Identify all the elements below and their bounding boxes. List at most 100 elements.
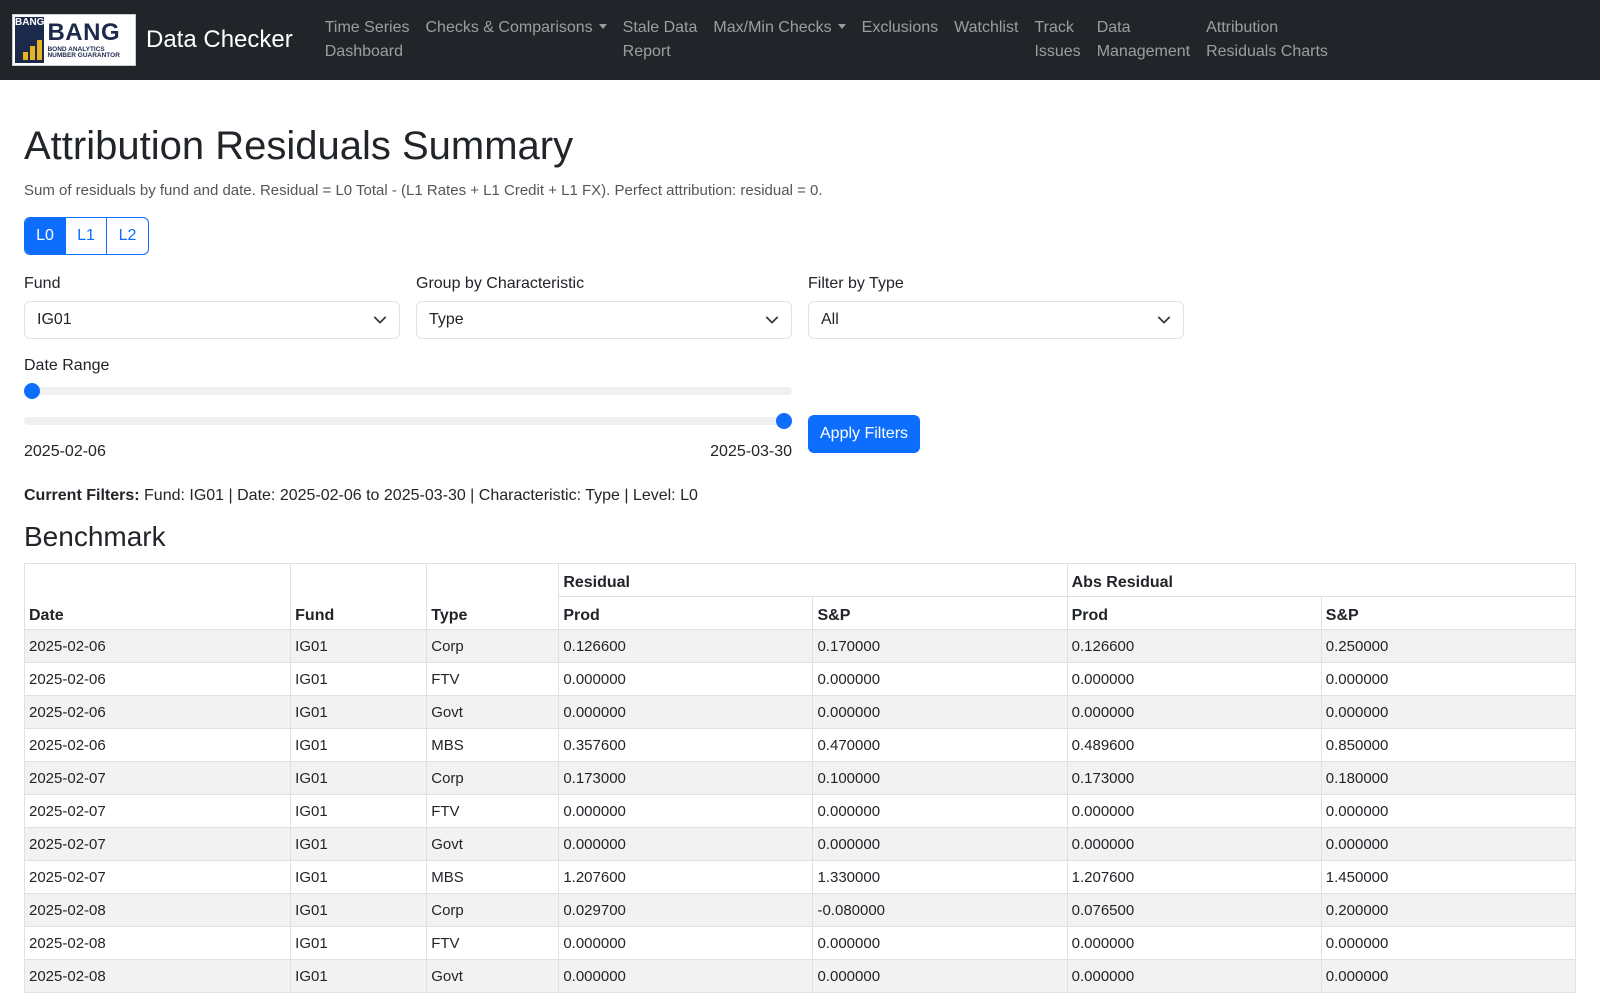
- table-cell: FTV: [426, 794, 560, 828]
- main-content: Attribution Residuals Summary Sum of res…: [0, 122, 1600, 993]
- table-cell: 2025-02-08: [23, 893, 292, 927]
- residuals-table: Date Fund Type Residual Abs Residual Pro…: [23, 563, 1577, 993]
- brand[interactable]: BANG BANG BOND ANALYTICS NUMBER GUARANTO…: [12, 0, 293, 80]
- brand-name[interactable]: Data Checker: [146, 26, 293, 54]
- nav-item-4[interactable]: Exclusions: [854, 16, 946, 40]
- col-header-residual-sp[interactable]: S&P: [812, 596, 1068, 630]
- table-row: 2025-02-08 IG01 FTV 0.000000 0.000000 0.00000…: [23, 926, 1577, 960]
- table-cell: 2025-02-07: [23, 827, 292, 861]
- col-header-date[interactable]: Date: [23, 563, 292, 630]
- col-header-abs-prod[interactable]: Prod: [1066, 596, 1322, 630]
- table-cell: FTV: [426, 662, 560, 696]
- table-cell: 0.000000: [812, 959, 1068, 993]
- table-cell: 0.126600: [1066, 629, 1322, 663]
- nav-item-6[interactable]: Track Issues: [1026, 16, 1088, 64]
- table-row: 2025-02-06 IG01 Corp 0.126600 0.170000 0.1266…: [23, 629, 1577, 663]
- table-cell: 0.000000: [1066, 662, 1322, 696]
- logo-title: BANG: [47, 18, 121, 46]
- table-cell: 0.173000: [558, 761, 814, 795]
- current-filters-label: Current Filters:: [24, 487, 140, 504]
- date-range-row: 2025-02-06 2025-03-30 Apply Filters: [24, 383, 1576, 461]
- table-row: 2025-02-06 IG01 Govt 0.000000 0.000000 0.0000…: [23, 695, 1577, 729]
- logo-badge-text: BANG: [15, 17, 45, 28]
- level-button-l2[interactable]: L2: [107, 218, 148, 254]
- table-cell: IG01: [290, 629, 428, 663]
- table-cell: 0.357600: [558, 728, 814, 762]
- table-cell: 0.100000: [812, 761, 1068, 795]
- chevron-down-icon: [765, 316, 779, 324]
- table-cell: 0.000000: [1066, 794, 1322, 828]
- table-cell: 0.000000: [812, 926, 1068, 960]
- table-row: 2025-02-08 IG01 Corp 0.029700 -0.080000 0.076…: [23, 893, 1577, 927]
- table-cell: 0.000000: [1066, 827, 1322, 861]
- level-button-l0[interactable]: L0: [25, 218, 66, 254]
- table-cell: 0.000000: [812, 827, 1068, 861]
- table-cell: Govt: [426, 827, 560, 861]
- type-label: Filter by Type: [808, 275, 904, 292]
- nav-item-5[interactable]: Watchlist: [946, 16, 1026, 40]
- level-button-l1[interactable]: L1: [66, 218, 107, 254]
- type-select[interactable]: All: [808, 301, 1184, 339]
- start-date-track[interactable]: [24, 383, 792, 399]
- table-cell: FTV: [426, 926, 560, 960]
- table-cell: 0.000000: [1320, 926, 1577, 960]
- table-cell: 1.207600: [558, 860, 814, 894]
- type-select-value: All: [821, 311, 839, 328]
- table-cell: IG01: [290, 695, 428, 729]
- apply-filters-button[interactable]: Apply Filters: [808, 415, 921, 453]
- table-cell: 0.850000: [1320, 728, 1577, 762]
- group-select-value: Type: [429, 311, 464, 328]
- chevron-down-icon: [1157, 316, 1171, 324]
- table-cell: MBS: [426, 728, 560, 762]
- group-header-abs-residual: Abs Residual: [1066, 563, 1577, 597]
- chevron-down-icon: [373, 316, 387, 324]
- table-cell: 0.470000: [812, 728, 1068, 762]
- col-header-fund[interactable]: Fund: [290, 563, 428, 630]
- fund-select[interactable]: IG01: [24, 301, 400, 339]
- table-cell: 0.250000: [1320, 629, 1577, 663]
- table-cell: Corp: [426, 761, 560, 795]
- nav-item-7[interactable]: Data Management: [1089, 16, 1198, 64]
- nav-item-0[interactable]: Time Series Dashboard: [317, 16, 418, 64]
- table-cell: 2025-02-07: [23, 794, 292, 828]
- table-cell: 0.180000: [1320, 761, 1577, 795]
- table-cell: 2025-02-06: [23, 728, 292, 762]
- current-filters-text: Fund: IG01 | Date: 2025-02-06 to 2025-03…: [144, 487, 698, 504]
- col-header-abs-sp[interactable]: S&P: [1320, 596, 1577, 630]
- nav-item-1[interactable]: Checks & Comparisons: [418, 16, 615, 40]
- start-date-thumb[interactable]: [24, 383, 40, 399]
- table-cell: IG01: [290, 959, 428, 993]
- table-cell: 0.170000: [812, 629, 1068, 663]
- section-title: Benchmark: [24, 521, 166, 552]
- table-cell: 0.000000: [1320, 695, 1577, 729]
- logo-badge-icon: BANG: [15, 17, 45, 63]
- table-cell: 0.000000: [1320, 959, 1577, 993]
- table-row: 2025-02-08 IG01 Govt 0.000000 0.000000 0.0000…: [23, 959, 1577, 993]
- table-cell: -0.080000: [812, 893, 1068, 927]
- nav-item-8[interactable]: Attribution Residuals Charts: [1198, 16, 1336, 64]
- nav-item-3[interactable]: Max/Min Checks: [705, 16, 853, 40]
- table-cell: IG01: [290, 761, 428, 795]
- table-cell: 0.489600: [1066, 728, 1322, 762]
- table-cell: Corp: [426, 629, 560, 663]
- top-navbar: BANG BANG BOND ANALYTICS NUMBER GUARANTO…: [0, 0, 1600, 80]
- table-cell: 0.000000: [1320, 794, 1577, 828]
- fund-select-value: IG01: [37, 311, 72, 328]
- group-select[interactable]: Type: [416, 301, 792, 339]
- table-cell: 0.000000: [558, 959, 814, 993]
- table-row: 2025-02-06 IG01 MBS 0.357600 0.470000 0.48960…: [23, 728, 1577, 762]
- end-date-track[interactable]: [24, 413, 792, 429]
- col-header-residual-prod[interactable]: Prod: [558, 596, 814, 630]
- type-filter: Filter by Type All: [808, 275, 1184, 339]
- table-body: 2025-02-06 IG01 Corp 0.126600 0.170000 0.1266…: [23, 629, 1577, 993]
- table-cell: 2025-02-06: [23, 662, 292, 696]
- table-cell: 2025-02-07: [23, 761, 292, 795]
- nav-item-2[interactable]: Stale Data Report: [615, 16, 706, 64]
- table-row: 2025-02-06 IG01 FTV 0.000000 0.000000 0.00000…: [23, 662, 1577, 696]
- col-header-type[interactable]: Type: [426, 563, 560, 630]
- table-cell: IG01: [290, 794, 428, 828]
- end-date-thumb[interactable]: [776, 413, 792, 429]
- bang-logo: BANG BANG BOND ANALYTICS NUMBER GUARANTO…: [12, 14, 136, 66]
- table-row: 2025-02-07 IG01 FTV 0.000000 0.000000 0.00000…: [23, 794, 1577, 828]
- table-cell: IG01: [290, 827, 428, 861]
